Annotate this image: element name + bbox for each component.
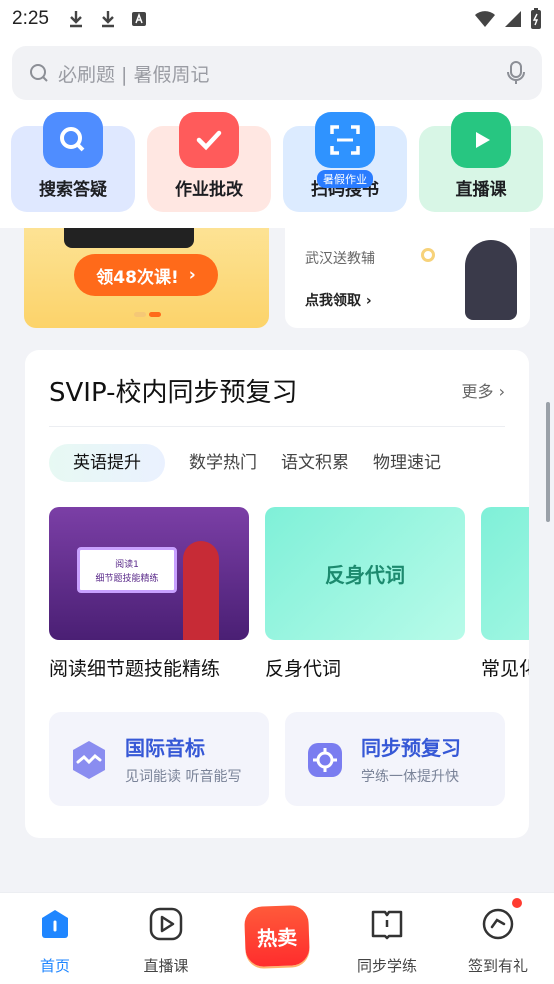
- promo-subtitle: 武汉送教辅: [305, 251, 375, 267]
- search-input[interactable]: 必刷题 | 暑假周记: [12, 46, 542, 100]
- course-card[interactable]: 阅读1 细节题技能精练 阅读细节题技能精练: [49, 507, 249, 681]
- nav-checkin[interactable]: 签到有礼: [443, 893, 553, 984]
- status-bar: 2:25: [0, 0, 554, 38]
- thumbnail-text: 阅读1: [115, 560, 139, 570]
- course-title: 常见化: [481, 658, 529, 680]
- feature-title: 国际音标: [125, 736, 205, 760]
- promo-link-label: 点我领取: [305, 293, 361, 309]
- quick-action-label: 搜索答疑: [39, 180, 107, 200]
- feature-sync-review[interactable]: 同步预复习 学练一体提升快: [285, 712, 505, 806]
- scrollbar[interactable]: [546, 402, 550, 522]
- course-thumbnail: 反身代词: [265, 507, 465, 640]
- feature-subtitle: 学练一体提升快: [361, 769, 459, 785]
- nav-sync-practice[interactable]: 同步学练: [332, 893, 442, 984]
- search-icon: [30, 64, 48, 82]
- checkin-icon: [482, 908, 514, 940]
- feature-phonetics[interactable]: 国际音标 见词能读 听音能写: [49, 712, 269, 806]
- target-icon: [308, 743, 342, 777]
- signal-icon: [505, 11, 521, 27]
- book-icon: [371, 910, 403, 940]
- section-title: SVIP-校内同步预复习: [49, 378, 298, 408]
- course-card[interactable]: 反身代词 反身代词: [265, 507, 465, 681]
- tab-math[interactable]: 数学热门: [189, 444, 257, 482]
- hot-sale-label: 热卖: [256, 924, 298, 951]
- scan-icon: [315, 112, 375, 168]
- course-thumbnail: 阅读1 细节题技能精练: [49, 507, 249, 640]
- status-time: 2:25: [12, 8, 49, 29]
- divider: [49, 426, 505, 427]
- quick-action-homework[interactable]: 作业批改: [147, 112, 271, 212]
- nav-label: 首页: [39, 957, 70, 975]
- nav-label: 同步学练: [356, 957, 417, 975]
- decoration-circle: [421, 248, 435, 262]
- course-title: 反身代词: [265, 658, 342, 680]
- header: 必刷题 | 暑假周记 搜索答疑 作业批改 暑假作业 扫码搜书 直播课: [0, 38, 554, 228]
- tab-physics[interactable]: 物理速记: [373, 444, 441, 482]
- more-link[interactable]: 更多 ›: [462, 378, 506, 402]
- quick-action-live[interactable]: 直播课: [419, 112, 543, 212]
- wave-icon: [73, 741, 105, 779]
- play-icon: [451, 112, 511, 168]
- nav-home[interactable]: 首页: [0, 893, 110, 984]
- scan-badge: 暑假作业: [317, 170, 373, 188]
- carousel-dots: [134, 312, 161, 317]
- thumbnail-text: 反身代词: [325, 563, 405, 587]
- course-card[interactable]: 常见化: [481, 507, 529, 681]
- character-illustration: [465, 240, 517, 320]
- battery-icon: [531, 8, 541, 29]
- search-icon: [43, 112, 103, 168]
- wifi-icon: [475, 11, 495, 27]
- search-placeholder: 必刷题 | 暑假周记: [58, 63, 210, 86]
- thumbnail-board: 阅读1 细节题技能精练: [77, 547, 177, 593]
- check-icon: [179, 112, 239, 168]
- course-title: 阅读细节题技能精练: [49, 658, 221, 680]
- nav-label: 直播课: [143, 957, 189, 975]
- download-icon: [101, 11, 114, 28]
- tab-english[interactable]: 英语提升: [49, 444, 165, 482]
- course-carousel: 阅读1 细节题技能精练 阅读细节题技能精练 反身代词 反身代词 常见化: [49, 507, 529, 687]
- feature-subtitle: 见词能读 听音能写: [125, 769, 242, 785]
- quick-action-label: 作业批改: [175, 180, 243, 200]
- promo-claim-button[interactable]: 领48次课! ›: [74, 254, 218, 296]
- home-icon: [42, 910, 68, 938]
- hot-sale-button[interactable]: 热卖: [243, 904, 311, 968]
- quick-action-scan[interactable]: 暑假作业 扫码搜书: [283, 112, 407, 212]
- more-label: 更多: [461, 382, 494, 401]
- quick-action-label: 直播课: [455, 180, 507, 200]
- promo-claim-label: 领48次课!: [96, 267, 179, 288]
- nav-label: 签到有礼: [467, 957, 528, 975]
- app-notification-icon: [131, 12, 146, 26]
- download-icon: [69, 11, 82, 28]
- subject-tabs: 英语提升 数学热门 语文积累 物理速记: [49, 444, 505, 482]
- promo-link[interactable]: 点我领取 ›: [305, 290, 372, 310]
- notification-dot: [512, 898, 522, 908]
- thumbnail-text: 细节题技能精练: [95, 574, 159, 584]
- feature-title: 同步预复习: [361, 736, 461, 760]
- chevron-right-icon: ›: [188, 265, 196, 285]
- quick-action-search[interactable]: 搜索答疑: [11, 112, 135, 212]
- play-icon: [149, 907, 183, 941]
- tab-chinese[interactable]: 语文积累: [281, 444, 349, 482]
- svip-section-card: SVIP-校内同步预复习 更多 › 英语提升 数学热门 语文积累 物理速记 阅读…: [25, 350, 529, 838]
- quick-actions: 搜索答疑 作业批改 暑假作业 扫码搜书 直播课: [0, 112, 554, 212]
- microphone-icon[interactable]: [506, 60, 526, 86]
- course-thumbnail: [481, 507, 529, 640]
- nav-live[interactable]: 直播课: [111, 893, 221, 984]
- teacher-image: [183, 541, 219, 640]
